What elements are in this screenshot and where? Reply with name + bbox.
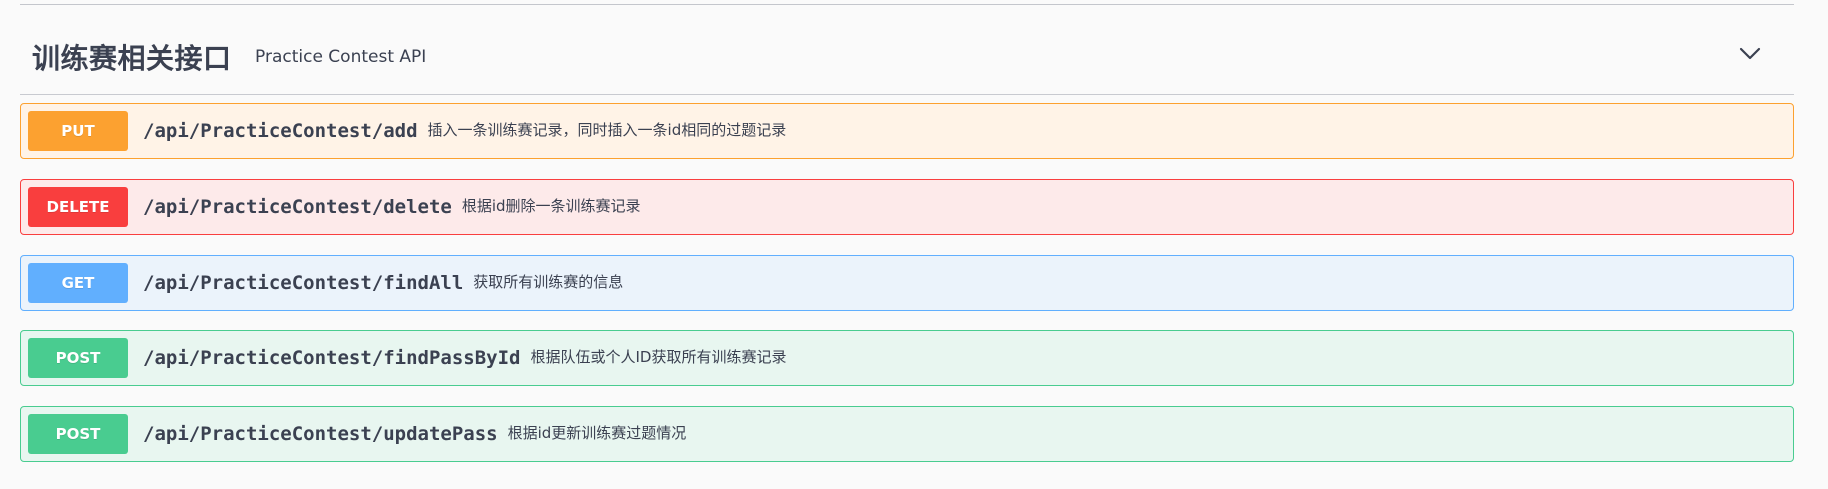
tag-description: Practice Contest API: [255, 47, 427, 67]
swagger-tag-section: 训练赛相关接口 Practice Contest API PUT /api/Pr…: [0, 0, 1828, 489]
chevron-down-icon[interactable]: [1736, 39, 1764, 67]
method-badge-get: GET: [28, 263, 128, 303]
operation-post-findpassbyid[interactable]: POST /api/PracticeContest/findPassById 根据…: [20, 330, 1794, 386]
method-badge-put: PUT: [28, 111, 128, 151]
operation-summary: 根据id更新训练赛过题情况: [507, 424, 687, 442]
tag-title: 训练赛相关接口: [32, 42, 232, 75]
operation-path: /api/PracticeContest/add 插入一条训练赛记录，同时插入一条…: [143, 120, 787, 142]
operation-summary: 获取所有训练赛的信息: [473, 273, 624, 291]
operation-path: /api/PracticeContest/findAll 获取所有训练赛的信息: [143, 272, 624, 294]
operation-delete[interactable]: DELETE /api/PracticeContest/delete 根据id删除…: [20, 179, 1794, 235]
tag-header[interactable]: 训练赛相关接口 Practice Contest API: [20, 5, 1794, 95]
method-badge-delete: DELETE: [28, 187, 128, 227]
operation-path: /api/PracticeContest/findPassById 根据队伍或个人…: [143, 347, 787, 369]
operation-summary: 插入一条训练赛记录，同时插入一条id相同的过题记录: [427, 121, 787, 139]
operation-put-add[interactable]: PUT /api/PracticeContest/add 插入一条训练赛记录，同时…: [20, 103, 1794, 159]
method-badge-post: POST: [28, 414, 128, 454]
operation-summary: 根据队伍或个人ID获取所有训练赛记录: [530, 348, 787, 366]
operation-get-findall[interactable]: GET /api/PracticeContest/findAll 获取所有训练赛的…: [20, 255, 1794, 311]
operation-summary: 根据id删除一条训练赛记录: [461, 197, 641, 215]
operation-post-updatepass[interactable]: POST /api/PracticeContest/updatePass 根据id…: [20, 406, 1794, 462]
operation-path: /api/PracticeContest/updatePass 根据id更新训练赛…: [143, 423, 687, 445]
operation-path: /api/PracticeContest/delete 根据id删除一条训练赛记录: [143, 196, 641, 218]
method-badge-post: POST: [28, 338, 128, 378]
